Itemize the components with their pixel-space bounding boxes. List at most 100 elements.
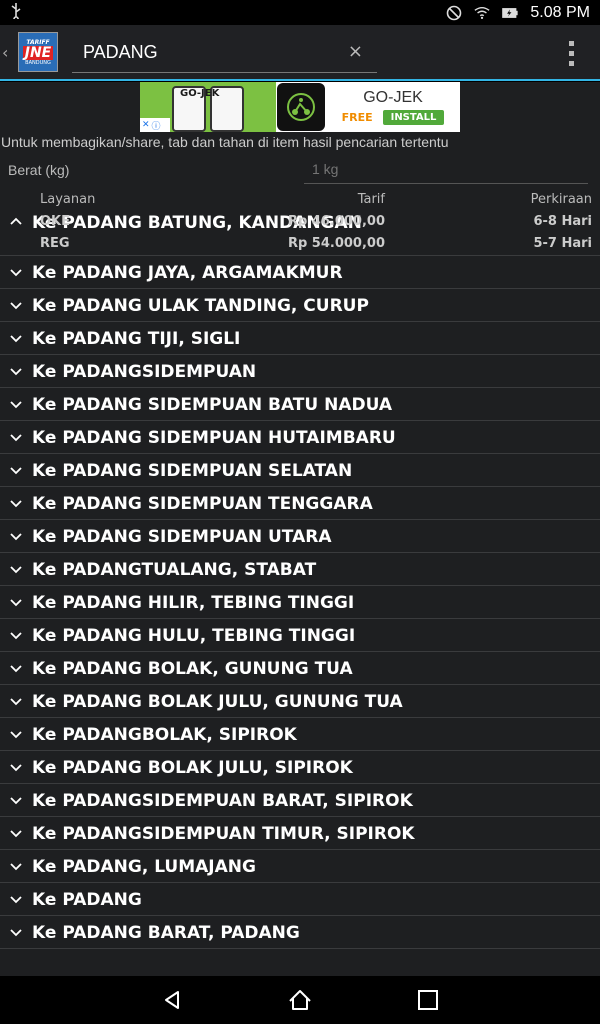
recent-apps-icon[interactable] (416, 988, 440, 1012)
chevron-down-icon (9, 462, 23, 476)
weight-input[interactable] (312, 161, 512, 177)
info-icon[interactable]: ⓘ (152, 119, 161, 132)
group-title: Ke PADANG SIDEMPUAN SELATAN (32, 461, 353, 481)
result-group[interactable]: Ke PADANGTUALANG, STABAT (0, 553, 600, 586)
result-group[interactable]: Ke PADANG TIJI, SIGLI (0, 322, 600, 355)
chevron-down-icon (9, 891, 23, 905)
clock: 5.08 PM (530, 3, 590, 21)
wifi-icon (474, 5, 490, 21)
result-group[interactable]: Ke PADANG JAYA, ARGAMAKMUR (0, 256, 600, 289)
result-group[interactable]: Ke PADANGSIDEMPUAN (0, 355, 600, 388)
group-title: Ke PADANGTUALANG, STABAT (32, 560, 317, 580)
result-group[interactable]: Ke PADANG ULAK TANDING, CURUP (0, 289, 600, 322)
result-group[interactable]: Ke PADANG BOLAK, GUNUNG TUA (0, 652, 600, 685)
result-group[interactable]: Ke PADANG SIDEMPUAN UTARA (0, 520, 600, 553)
col-service-header: Layanan (40, 192, 96, 207)
battery-charging-icon (502, 5, 519, 21)
chevron-down-icon (9, 495, 23, 509)
group-title: Ke PADANGSIDEMPUAN TIMUR, SIPIROK (32, 824, 415, 844)
group-title: Ke PADANG SIDEMPUAN HUTAIMBARU (32, 428, 396, 448)
app-logo[interactable]: TARIFF JNE BANDUNG (18, 32, 58, 72)
group-title: Ke PADANG SIDEMPUAN TENGGARA (32, 494, 373, 514)
tariff-value: Rp 54.000,00 (287, 236, 385, 251)
chevron-down-icon (9, 726, 23, 740)
chevron-down-icon (9, 297, 23, 311)
up-navigation-icon[interactable]: ‹ (2, 43, 16, 62)
do-not-disturb-icon (446, 5, 462, 21)
chevron-down-icon (9, 627, 23, 641)
chevron-down-icon (9, 363, 23, 377)
group-title: Ke PADANG BOLAK JULU, SIPIROK (32, 758, 353, 778)
chevron-down-icon (9, 858, 23, 872)
result-group[interactable]: Ke PADANG BARAT, PADANG (0, 916, 600, 949)
chevron-down-icon (9, 594, 23, 608)
chevron-down-icon (9, 660, 23, 674)
ad-free-label: FREE (341, 111, 373, 124)
action-bar: ‹ TARIFF JNE BANDUNG × (0, 25, 600, 81)
tariff-value: Rp 46.000,00 (287, 214, 385, 229)
tariff-row: OKE Rp 46.000,00 6-8 Hari (0, 211, 600, 233)
result-list: Ke PADANG BATUNG, KANDANGAN Layanan Tari… (0, 189, 600, 949)
group-title: Ke PADANG HULU, TEBING TINGGI (32, 626, 356, 646)
group-title: Ke PADANGSIDEMPUAN (32, 362, 257, 382)
result-group[interactable]: Ke PADANG SIDEMPUAN BATU NADUA (0, 388, 600, 421)
result-group[interactable]: Ke PADANG HILIR, TEBING TINGGI (0, 586, 600, 619)
group-title: Ke PADANG BOLAK, GUNUNG TUA (32, 659, 353, 679)
estimate-value: 5-7 Hari (533, 236, 592, 251)
ad-install-button[interactable]: INSTALL (382, 110, 445, 125)
result-group[interactable]: Ke PADANG SIDEMPUAN TENGGARA (0, 487, 600, 520)
chevron-down-icon (9, 561, 23, 575)
result-group[interactable]: Ke PADANGBOLAK, SIPIROK (0, 718, 600, 751)
tariff-row: REG Rp 54.000,00 5-7 Hari (0, 233, 600, 255)
chevron-down-icon (9, 792, 23, 806)
group-title: Ke PADANG JAYA, ARGAMAKMUR (32, 263, 343, 283)
usb-icon (10, 2, 22, 23)
col-tariff-header: Tarif (357, 192, 385, 207)
group-title: Ke PADANG SIDEMPUAN UTARA (32, 527, 332, 547)
result-group[interactable]: Ke PADANGSIDEMPUAN BARAT, SIPIROK (0, 784, 600, 817)
clear-search-icon[interactable]: × (348, 41, 363, 62)
chevron-down-icon (9, 429, 23, 443)
chevron-down-icon (9, 330, 23, 344)
gojek-logo-icon (277, 83, 325, 131)
back-icon[interactable] (160, 988, 184, 1012)
service-name: OKE (40, 214, 71, 229)
ad-phone-text: GO-JEK (180, 88, 220, 99)
estimate-value: 6-8 Hari (533, 214, 592, 229)
group-title: Ke PADANG (32, 890, 142, 910)
home-icon[interactable] (288, 988, 312, 1012)
chevron-down-icon (9, 396, 23, 410)
group-title: Ke PADANG BARAT, PADANG (32, 923, 300, 943)
result-group[interactable]: Ke PADANG BOLAK JULU, GUNUNG TUA (0, 685, 600, 718)
result-group-expanded[interactable]: Ke PADANG BATUNG, KANDANGAN Layanan Tari… (0, 189, 600, 256)
close-icon[interactable]: ✕ (142, 120, 150, 130)
share-hint: Untuk membagikan/share, tab dan tahan di… (1, 134, 449, 150)
result-group[interactable]: Ke PADANG SIDEMPUAN SELATAN (0, 454, 600, 487)
group-title: Ke PADANGBOLAK, SIPIROK (32, 725, 297, 745)
result-group[interactable]: Ke PADANG SIDEMPUAN HUTAIMBARU (0, 421, 600, 454)
group-title: Ke PADANGSIDEMPUAN BARAT, SIPIROK (32, 791, 413, 811)
tariff-header-row: Layanan Tarif Perkiraan (0, 189, 600, 211)
chevron-down-icon (9, 528, 23, 542)
weight-label: Berat (kg) (8, 162, 70, 178)
result-group[interactable]: Ke PADANG (0, 883, 600, 916)
result-group[interactable]: Ke PADANG HULU, TEBING TINGGI (0, 619, 600, 652)
result-group[interactable]: Ke PADANGSIDEMPUAN TIMUR, SIPIROK (0, 817, 600, 850)
chevron-down-icon (9, 825, 23, 839)
chevron-down-icon (9, 759, 23, 773)
group-title: Ke PADANG ULAK TANDING, CURUP (32, 296, 369, 316)
group-title: Ke PADANG HILIR, TEBING TINGGI (32, 593, 355, 613)
chevron-down-icon (9, 924, 23, 938)
result-group[interactable]: Ke PADANG BOLAK JULU, SIPIROK (0, 751, 600, 784)
ad-choices[interactable]: ✕ ⓘ (140, 118, 170, 132)
status-bar: 5.08 PM (0, 0, 600, 25)
result-group[interactable]: Ke PADANG, LUMAJANG (0, 850, 600, 883)
chevron-down-icon (9, 693, 23, 707)
overflow-menu-icon[interactable] (569, 41, 574, 66)
search-input[interactable] (83, 41, 333, 63)
system-nav-bar (0, 976, 600, 1024)
search-box: × (72, 33, 377, 73)
chevron-down-icon (9, 264, 23, 278)
group-title: Ke PADANG BOLAK JULU, GUNUNG TUA (32, 692, 403, 712)
ad-banner[interactable]: GO-JEK GO-JEK FREE INSTALL ✕ ⓘ (140, 82, 460, 132)
